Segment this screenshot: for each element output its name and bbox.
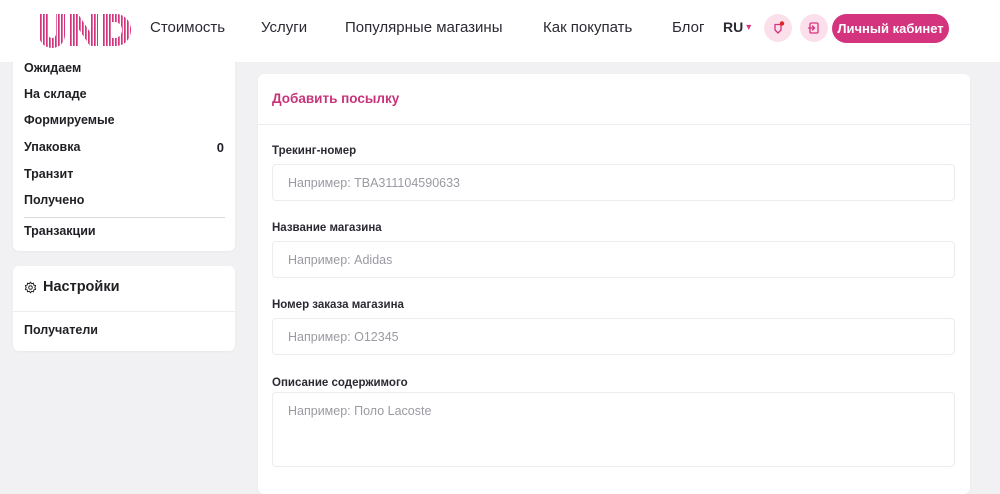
nav-popular-stores[interactable]: Популярные магазины (345, 19, 503, 36)
nav-cost[interactable]: Стоимость (150, 19, 225, 36)
content-description-input[interactable] (272, 392, 955, 467)
settings-header: Настройки (24, 279, 120, 295)
sidebar-item-warehouse[interactable]: На складе (24, 87, 87, 101)
order-number-input[interactable] (272, 318, 955, 355)
login-button[interactable] (800, 14, 828, 42)
nav-blog[interactable]: Блог (672, 19, 704, 36)
gear-icon (24, 281, 37, 293)
sidebar-item-packing[interactable]: Упаковка (24, 140, 80, 154)
top-header: Стоимость Услуги Популярные магазины Как… (0, 0, 1000, 62)
store-name-label: Название магазина (272, 222, 382, 234)
notifications-button[interactable] (764, 14, 792, 42)
form-title: Добавить посылку (272, 91, 400, 106)
sidebar-item-received[interactable]: Получено (24, 193, 84, 207)
chevron-down-icon: ▾ (746, 21, 752, 33)
personal-account-button[interactable]: Личный кабинет (832, 14, 949, 43)
tracking-number-input[interactable] (272, 164, 955, 201)
language-selector[interactable]: RU ▾ (723, 19, 751, 35)
settings-title: Настройки (43, 279, 120, 295)
login-icon (807, 22, 819, 34)
parcels-status-card: Ожидаем На складе Формируемые Упаковка 0… (13, 54, 235, 251)
language-label: RU (723, 19, 744, 35)
add-parcel-form: Добавить посылку Трекинг-номер Название … (258, 74, 970, 494)
sidebar-divider (24, 217, 225, 218)
content-description-label: Описание содержимого (272, 377, 408, 389)
packing-count: 0 (216, 140, 224, 155)
sidebar-item-recipients[interactable]: Получатели (24, 323, 98, 337)
nav-how-to-buy[interactable]: Как покупать (543, 19, 632, 36)
nav-services[interactable]: Услуги (261, 19, 307, 36)
bell-icon (774, 21, 785, 34)
settings-divider (13, 311, 235, 312)
sidebar-item-transactions[interactable]: Транзакции (24, 224, 96, 238)
order-number-label: Номер заказа магазина (272, 299, 404, 311)
store-name-input[interactable] (272, 241, 955, 278)
sidebar-item-forming[interactable]: Формируемые (24, 113, 115, 127)
tracking-number-label: Трекинг-номер (272, 145, 357, 157)
sidebar-item-awaiting[interactable]: Ожидаем (24, 61, 81, 75)
form-header-divider (258, 124, 970, 125)
sidebar-item-transit[interactable]: Транзит (24, 167, 73, 181)
und-logo[interactable] (37, 12, 132, 48)
settings-card: Настройки Получатели (13, 266, 235, 351)
